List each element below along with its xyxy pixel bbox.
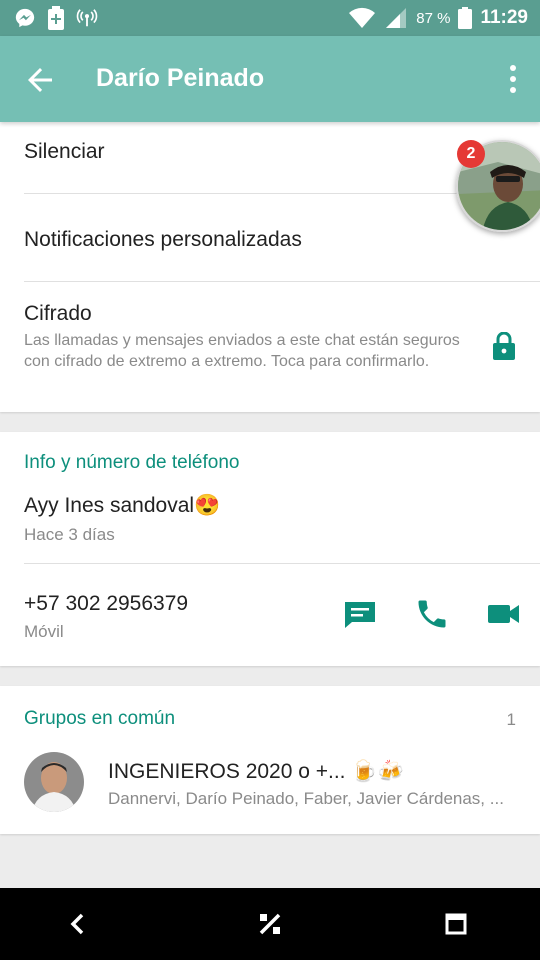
lock-icon [493,332,515,360]
groups-card: Grupos en común 1 INGENIEROS 2020 o +...… [0,686,540,834]
groups-count: 1 [506,710,516,729]
info-card: Info y número de teléfono Ayy Ines sando… [0,432,540,666]
group-members: Dannervi, Darío Peinado, Faber, Javier C… [108,789,504,808]
clock: 11:29 [480,7,528,28]
mute-option[interactable]: Silenciar [24,140,105,164]
more-vert-icon[interactable] [506,64,520,94]
signal-icon [386,8,407,28]
custom-notifications-option[interactable]: Notificaciones personalizadas [24,228,302,252]
phone-call-icon[interactable] [414,596,450,632]
group-list-item[interactable]: INGENIEROS 2020 o +... 🍺🍻 Dannervi, Darí… [0,742,540,822]
divider [24,563,540,564]
battery-icon [458,7,473,29]
message-icon[interactable] [342,596,378,632]
encryption-description: Las llamadas y mensajes enviados a este … [24,332,460,370]
phone-number[interactable]: +57 302 2956379 [24,592,188,616]
status-bar: 87 % 11:29 [0,0,540,36]
nav-home-icon[interactable] [256,910,284,938]
messenger-icon [15,8,35,28]
battery-saver-icon [48,6,64,30]
status-time: Hace 3 días [24,525,115,544]
group-avatar [24,752,84,812]
arrow-left-icon[interactable] [22,62,58,98]
encryption-title[interactable]: Cifrado [24,302,92,326]
contact-name: Darío Peinado [96,64,265,92]
contact-status: Ayy Ines sandoval😍 [24,494,221,517]
video-call-icon[interactable] [486,596,522,632]
info-section-title: Info y número de teléfono [24,452,240,473]
app-bar: Darío Peinado [0,36,540,122]
group-name: INGENIEROS 2020 o +... 🍺🍻 [108,760,404,783]
nav-back-icon[interactable] [64,910,92,938]
groups-section-title: Grupos en común [24,708,176,729]
battery-percentage: 87 % [416,9,451,27]
navigation-bar [0,888,540,960]
notification-badge: 2 [457,140,485,168]
hotspot-icon [76,9,98,27]
divider [24,281,540,282]
phone-type: Móvil [24,622,64,641]
settings-card: Silenciar Notificaciones personalizadas … [0,122,540,412]
wifi-icon [349,7,376,28]
nav-recents-icon[interactable] [442,910,470,938]
